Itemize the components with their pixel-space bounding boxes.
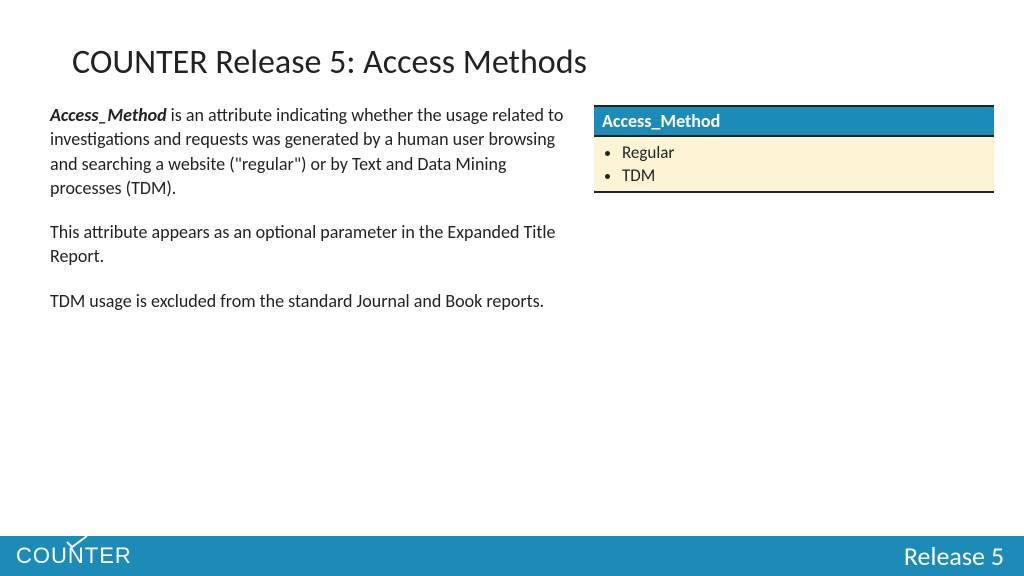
list-item: TDM [622, 164, 986, 187]
access-method-table: Access_Method Regular TDM [594, 105, 994, 193]
paragraph-2: This attribute appears as an optional pa… [50, 220, 564, 269]
term-strong: Access_Method [50, 104, 167, 126]
checkmark-icon [66, 535, 88, 549]
logo-text-post: TER [85, 543, 132, 569]
logo-n: N [68, 543, 85, 569]
table-column: Access_Method Regular TDM [594, 103, 994, 333]
paragraph-3: TDM usage is excluded from the standard … [50, 289, 564, 313]
list-item: Regular [622, 141, 986, 164]
body-text: Access_Method is an attribute indicating… [50, 103, 564, 333]
slide-title: COUNTER Release 5: Access Methods [0, 0, 1024, 103]
content-area: Access_Method is an attribute indicating… [0, 103, 1024, 333]
logo-text-pre: COU [16, 543, 68, 569]
paragraph-1: Access_Method is an attribute indicating… [50, 103, 564, 200]
table-header: Access_Method [594, 107, 994, 137]
footer-bar: COU NTER Release 5 [0, 536, 1024, 576]
counter-logo: COU NTER [16, 543, 132, 569]
release-label: Release 5 [904, 540, 1004, 572]
table-body: Regular TDM [594, 137, 994, 191]
